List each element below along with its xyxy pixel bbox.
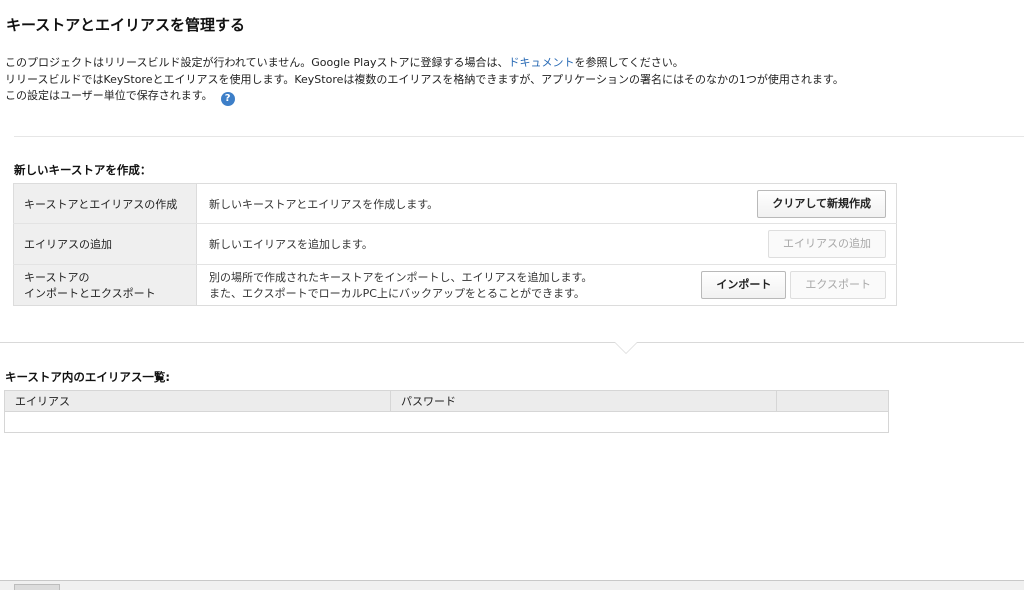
intro-line-3: この設定はユーザー単位で保存されます。? bbox=[5, 88, 844, 106]
import-export-row-actions: インポート エクスポート bbox=[662, 265, 896, 306]
alias-list-table: エイリアス パスワード bbox=[4, 390, 889, 433]
alias-table-empty-cell bbox=[5, 412, 889, 433]
add-alias-row-label: エイリアスの追加 bbox=[13, 223, 197, 265]
top-divider bbox=[14, 136, 1024, 137]
intro-line-1: このプロジェクトはリリースビルド設定が行われていません。Google Playス… bbox=[5, 55, 844, 72]
intro-line-3-text: この設定はユーザー単位で保存されます。 bbox=[5, 89, 213, 102]
export-button[interactable]: エクスポート bbox=[790, 271, 886, 299]
section-divider bbox=[0, 342, 1024, 343]
intro-line-1-post: を参照してください。 bbox=[574, 56, 684, 69]
actions-column-header bbox=[776, 390, 889, 412]
page-title: キーストアとエイリアスを管理する bbox=[6, 16, 245, 34]
bottom-tab[interactable] bbox=[14, 584, 60, 590]
create-row: キーストアとエイリアスの作成 新しいキーストアとエイリアスを作成します。 クリア… bbox=[13, 183, 897, 224]
import-export-desc-line-2: また、エクスポートでローカルPC上にバックアップをとることができます。 bbox=[209, 287, 585, 300]
alias-list-title: キーストア内のエイリアス一覧: bbox=[5, 370, 171, 384]
import-export-desc-line-1: 別の場所で作成されたキーストアをインポートし、エイリアスを追加します。 bbox=[209, 271, 593, 284]
divider-notch-inner bbox=[615, 342, 637, 353]
create-keystore-table: キーストアとエイリアスの作成 新しいキーストアとエイリアスを作成します。 クリア… bbox=[13, 183, 897, 306]
create-row-actions: クリアして新規作成 bbox=[662, 183, 897, 224]
import-export-label-line-1: キーストアの bbox=[24, 271, 90, 284]
add-alias-row: エイリアスの追加 新しいエイリアスを追加します。 エイリアスの追加 bbox=[13, 223, 897, 265]
import-export-row-label: キーストアの インポートとエクスポート bbox=[13, 264, 197, 306]
intro-line-2: リリースビルドではKeyStoreとエイリアスを使用します。KeyStoreは複… bbox=[5, 72, 844, 86]
alias-table-header: エイリアス パスワード bbox=[4, 390, 889, 412]
help-icon[interactable]: ? bbox=[220, 92, 235, 106]
import-export-row: キーストアの インポートとエクスポート 別の場所で作成されたキーストアをインポー… bbox=[13, 264, 897, 306]
add-alias-row-description: 新しいエイリアスを追加します。 bbox=[196, 223, 663, 265]
documentation-link[interactable]: ドキュメント bbox=[508, 56, 574, 69]
import-export-label-line-2: インポートとエクスポート bbox=[24, 287, 156, 300]
intro-text: このプロジェクトはリリースビルド設定が行われていません。Google Playス… bbox=[5, 55, 844, 106]
import-button[interactable]: インポート bbox=[701, 271, 787, 299]
create-row-label: キーストアとエイリアスの作成 bbox=[13, 183, 197, 224]
intro-line-1-pre: このプロジェクトはリリースビルド設定が行われていません。Google Playス… bbox=[5, 56, 509, 69]
alias-table-empty-row bbox=[5, 412, 889, 433]
import-export-row-description: 別の場所で作成されたキーストアをインポートし、エイリアスを追加します。 また、エ… bbox=[197, 265, 663, 306]
alias-column-header[interactable]: エイリアス bbox=[4, 390, 391, 412]
clear-and-create-button[interactable]: クリアして新規作成 bbox=[757, 189, 886, 218]
password-column-header[interactable]: パスワード bbox=[390, 390, 777, 412]
create-row-description: 新しいキーストアとエイリアスを作成します。 bbox=[196, 183, 663, 224]
create-keystore-title: 新しいキーストアを作成： bbox=[14, 163, 152, 177]
add-alias-button[interactable]: エイリアスの追加 bbox=[768, 230, 886, 258]
add-alias-row-actions: エイリアスの追加 bbox=[662, 223, 897, 265]
